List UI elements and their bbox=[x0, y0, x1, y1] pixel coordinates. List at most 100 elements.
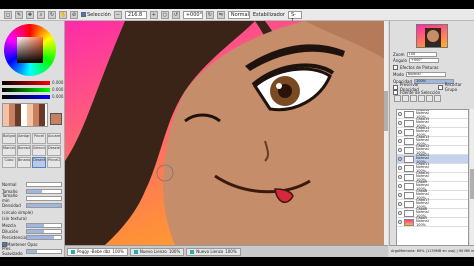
tool-button[interactable]: Selección bbox=[32, 145, 46, 156]
layer-row[interactable]: Capa5 Normal 100% bbox=[397, 216, 468, 227]
new-linework-icon[interactable] bbox=[410, 95, 417, 102]
tool-button[interactable]: Acuarela bbox=[47, 133, 61, 144]
blend-slider[interactable] bbox=[26, 222, 62, 228]
zoom-reset-icon[interactable]: ○ bbox=[160, 10, 169, 19]
rotation-field[interactable]: +000° bbox=[182, 10, 203, 19]
stabilizer-select[interactable]: S-1 bbox=[287, 10, 302, 24]
zoom-field[interactable]: 216.8 bbox=[124, 10, 147, 19]
mode-label: Modo bbox=[393, 71, 404, 77]
tool-button[interactable]: Borrador bbox=[17, 145, 31, 156]
layer-row[interactable]: Capa16 Normal 100% bbox=[397, 110, 468, 119]
rotate-left-icon[interactable]: ↺ bbox=[171, 10, 180, 19]
merge-down-icon[interactable] bbox=[418, 95, 425, 102]
tab-doc-3[interactable]: Nuevo Lienzo 100% bbox=[186, 247, 241, 256]
selection-source-label: Fuente de Selección bbox=[400, 89, 441, 95]
layer-row[interactable]: Capa8 Normal 100% bbox=[397, 189, 468, 200]
zoom-tool-icon[interactable]: ⌕ bbox=[37, 10, 45, 19]
eye-icon[interactable] bbox=[398, 139, 402, 143]
eye-icon[interactable] bbox=[398, 211, 402, 215]
eye-icon[interactable] bbox=[398, 148, 402, 152]
navigator-zoom-field[interactable]: 100 bbox=[406, 51, 437, 57]
size-slider[interactable] bbox=[26, 188, 62, 194]
layer-row[interactable]: Capa15 Normal 100% bbox=[397, 117, 468, 128]
zoom-in-icon[interactable]: + bbox=[149, 10, 158, 19]
pressure-slider[interactable] bbox=[26, 248, 62, 254]
selection-source-checkbox[interactable] bbox=[393, 89, 398, 95]
eye-icon[interactable] bbox=[398, 220, 402, 224]
persistence-slider[interactable] bbox=[26, 234, 62, 240]
select-tool-icon[interactable]: ◻ bbox=[4, 10, 12, 19]
tab-doc-1[interactable]: Peggy -Bebe dbz 100% bbox=[67, 247, 128, 256]
layer-row[interactable]: Capa10 Normal 100% bbox=[397, 171, 468, 182]
layer-row[interactable]: Capa12 Normal 100% bbox=[397, 144, 468, 155]
layer-row[interactable]: Capa9 Normal 100% bbox=[397, 180, 468, 191]
delete-layer-icon[interactable] bbox=[434, 95, 441, 102]
layer-row[interactable]: Capa13 Normal 100% bbox=[397, 135, 468, 146]
layer-row[interactable]: Capa6 Normal 100% bbox=[397, 207, 468, 218]
texture-label[interactable]: (sin textura) bbox=[2, 216, 27, 221]
rotate-tool-icon[interactable]: ↻ bbox=[48, 10, 56, 19]
tool-button[interactable]: Aerógrafo bbox=[17, 133, 31, 144]
min-size-slider[interactable] bbox=[26, 195, 62, 201]
tool-button[interactable]: Cubo bbox=[2, 157, 16, 168]
color-wheel[interactable] bbox=[4, 24, 56, 76]
tool-button[interactable]: Desenfoque bbox=[32, 157, 46, 168]
drawing-canvas[interactable] bbox=[65, 21, 388, 245]
blend-mode-select[interactable]: Normal bbox=[227, 10, 250, 19]
navigator-thumbnail[interactable] bbox=[416, 24, 448, 48]
density-row: Densidad bbox=[2, 202, 62, 208]
lasso-tool-icon[interactable]: ✎ bbox=[15, 10, 23, 19]
tool-button[interactable]: Pincel2 bbox=[47, 157, 61, 168]
tool-label: Marcador bbox=[3, 146, 16, 150]
eye-icon[interactable] bbox=[398, 175, 402, 179]
green-slider[interactable] bbox=[2, 88, 50, 92]
tool-label: Cubo bbox=[4, 158, 14, 162]
eye-icon[interactable] bbox=[398, 184, 402, 188]
eye-icon[interactable] bbox=[398, 121, 402, 125]
tool-button[interactable]: Pincel bbox=[32, 133, 46, 144]
mode-select[interactable]: Normal bbox=[405, 71, 446, 77]
tool-button[interactable]: Boligrafo bbox=[2, 133, 16, 144]
dilution-slider[interactable] bbox=[26, 228, 62, 234]
eye-icon[interactable] bbox=[398, 130, 402, 134]
eye-icon[interactable] bbox=[398, 112, 402, 116]
flip-icon[interactable]: ⇋ bbox=[216, 10, 225, 19]
layers-scroll-thumb[interactable] bbox=[470, 169, 474, 199]
eye-icon[interactable] bbox=[398, 157, 402, 161]
clear-layer-icon[interactable] bbox=[426, 95, 433, 102]
selection-checkbox-box[interactable] bbox=[81, 12, 86, 17]
selection-checkbox[interactable]: Selección bbox=[81, 12, 111, 18]
zoom-out-icon[interactable]: − bbox=[113, 10, 122, 19]
current-color-swatch[interactable] bbox=[50, 113, 62, 125]
layers-scrollbar[interactable] bbox=[470, 109, 474, 257]
layer-row[interactable]: Capa14 Normal 100% bbox=[397, 126, 468, 137]
effects-checkbox[interactable] bbox=[393, 64, 398, 70]
canvas-vertical-scrollbar[interactable] bbox=[384, 21, 388, 245]
eye-icon[interactable] bbox=[398, 166, 402, 170]
tool-button[interactable]: Deselec bbox=[47, 145, 61, 156]
eye-icon[interactable] bbox=[398, 193, 402, 197]
new-folder-icon[interactable] bbox=[402, 95, 409, 102]
eye-icon[interactable] bbox=[398, 202, 402, 206]
layer-opacity: 100% bbox=[416, 222, 427, 227]
new-layer-icon[interactable] bbox=[394, 95, 401, 102]
hand-tool-icon[interactable]: ✋ bbox=[59, 10, 67, 19]
layer-row[interactable]: Capa22 Normal 100% bbox=[397, 153, 468, 164]
move-tool-icon[interactable]: ✥ bbox=[26, 10, 34, 19]
tab-doc-2[interactable]: Nuevo Lienzo 100% bbox=[129, 247, 185, 256]
density-slider[interactable] bbox=[26, 202, 62, 208]
tool-button[interactable]: Binario bbox=[17, 157, 31, 168]
tool-button[interactable]: Marcador bbox=[2, 145, 16, 156]
blue-slider[interactable] bbox=[2, 95, 50, 99]
color-square[interactable] bbox=[17, 37, 43, 63]
layer-row[interactable]: Capa17 Normal 100% bbox=[397, 198, 468, 209]
layer-row[interactable]: Capa11 Normal 100% bbox=[397, 162, 468, 173]
rotate-right-icon[interactable]: ↻ bbox=[205, 10, 214, 19]
shape-label[interactable]: (circulo simple) bbox=[2, 210, 33, 215]
color-swatches[interactable] bbox=[2, 103, 48, 127]
canvas-scroll-thumb[interactable] bbox=[384, 91, 388, 131]
hue-slider[interactable] bbox=[2, 81, 50, 85]
brush-mode-select[interactable] bbox=[26, 181, 62, 187]
navigator-angle-field[interactable]: +000° bbox=[408, 57, 439, 63]
eyedropper-tool-icon[interactable]: ⊘ bbox=[70, 10, 78, 19]
